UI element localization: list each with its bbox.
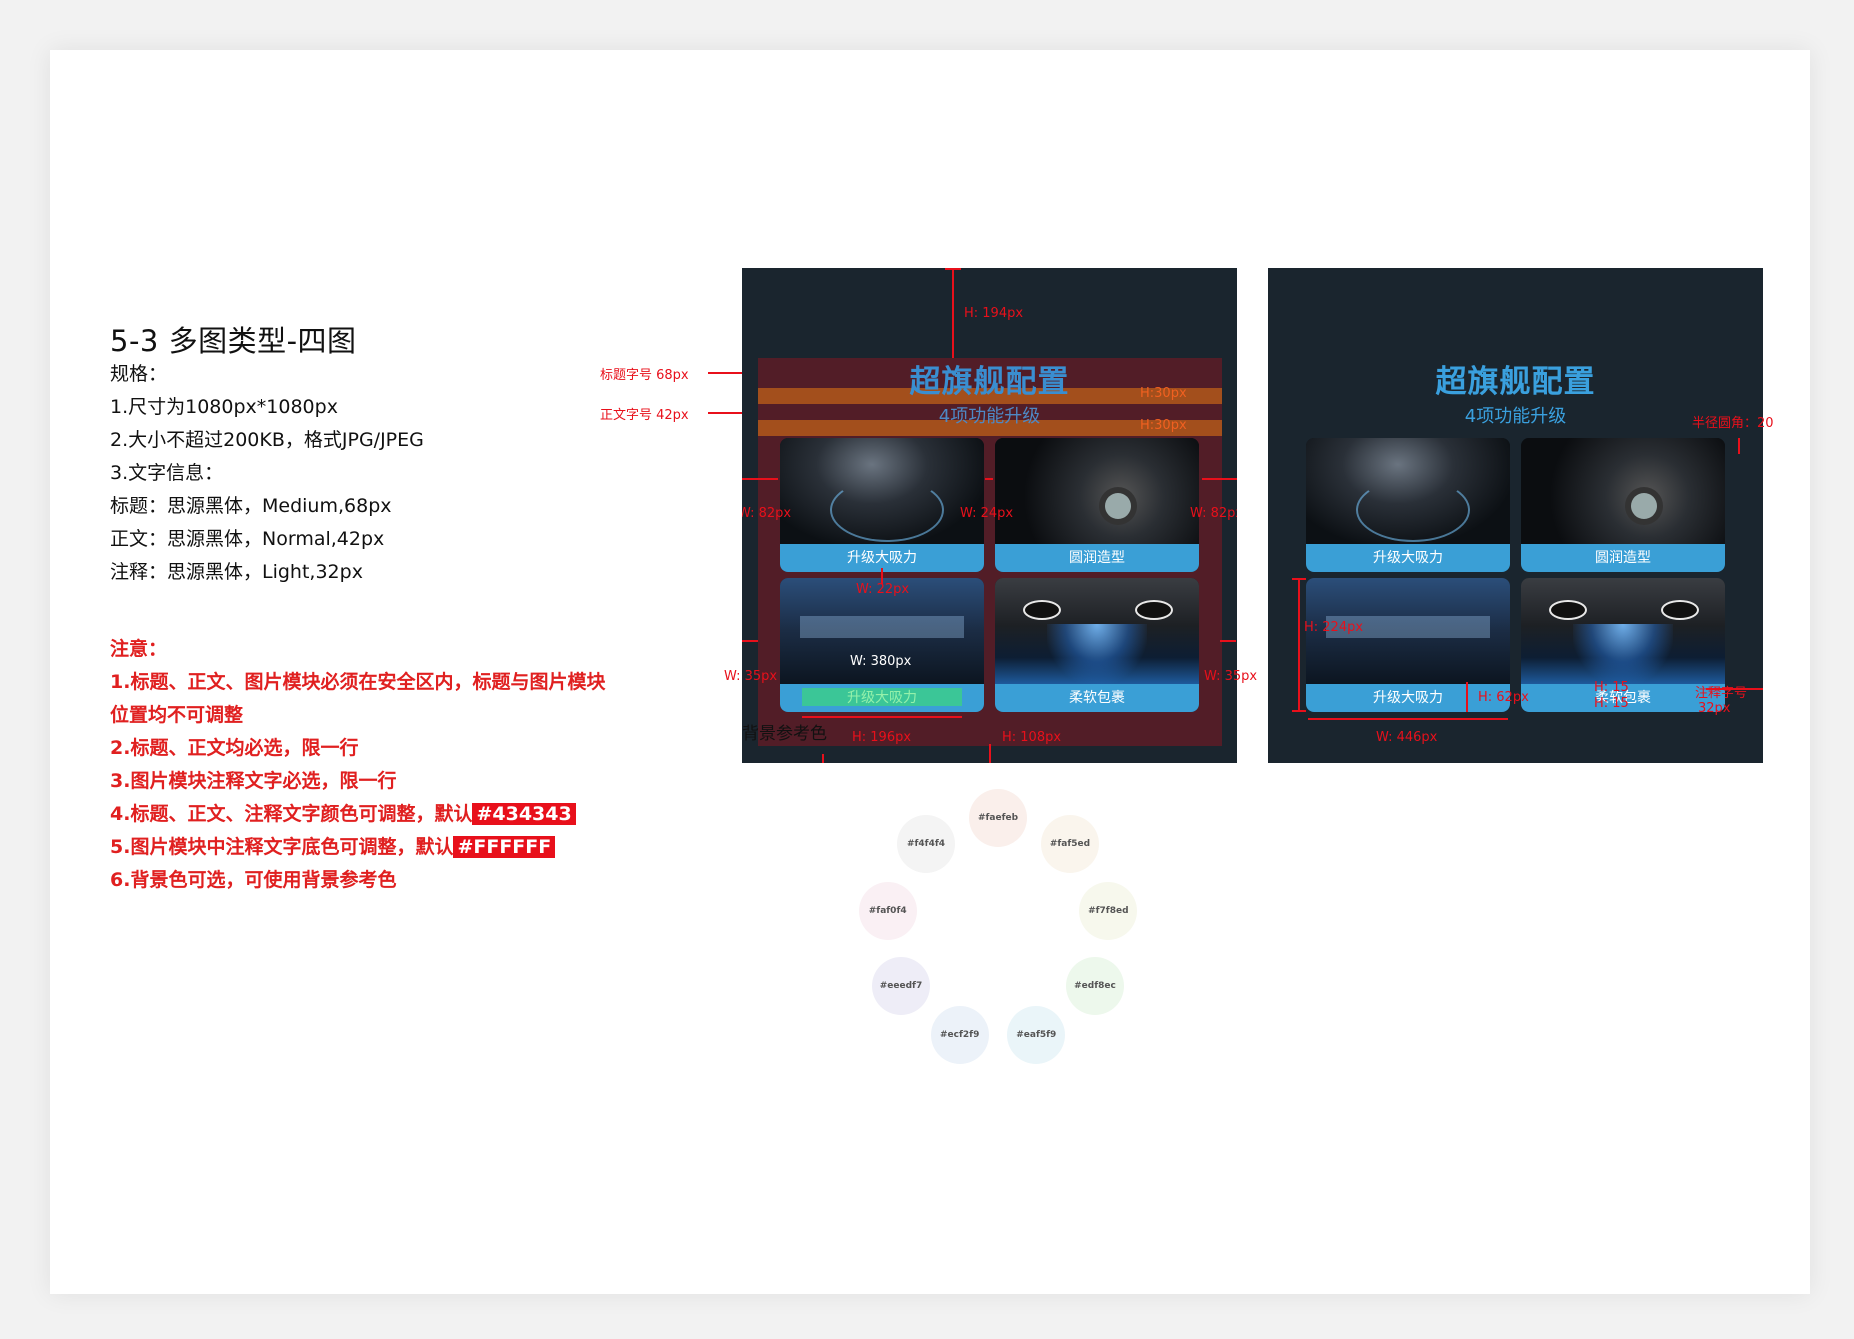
soft-wrap-image xyxy=(1521,578,1725,684)
bg-reference-label: 背景参考色 xyxy=(742,724,827,744)
measure-label: W: 22px xyxy=(856,582,910,597)
measure-label: W: 24px xyxy=(960,506,1014,521)
measure-label: H: 224px xyxy=(1304,620,1364,635)
tile-caption: 圆润造型 xyxy=(995,544,1199,572)
default-color-highlight: #434343 xyxy=(472,803,576,825)
measure-label: W: 35px xyxy=(1204,669,1258,684)
measure-label: H: 62px xyxy=(1478,690,1529,705)
soft-wrap-image xyxy=(995,578,1199,684)
vacuum-image xyxy=(1306,438,1510,544)
spec-heading: 规格： xyxy=(110,363,168,385)
note-text: 5.图片模块中注释文字底色可调整，默认 xyxy=(110,836,454,858)
measure-label: H: 108px xyxy=(1002,730,1062,745)
measure-label: H:30px xyxy=(1140,386,1187,401)
spec-line: 注释：思源黑体，Light,32px xyxy=(110,561,363,583)
measure-label: W: 82px xyxy=(742,506,792,521)
measure-label: H: 194px xyxy=(964,306,1024,321)
tile-caption: 升级大吸力 xyxy=(1306,544,1510,572)
title-size-label: 标题字号 68px xyxy=(600,368,689,383)
text-area-overlay xyxy=(802,688,962,706)
image-tile: 圆润造型 xyxy=(995,438,1199,572)
spec-line: 2.大小不超过200KB，格式JPG/JPEG xyxy=(110,429,424,451)
note-line: 4.标题、正文、注释文字颜色可调整，默认 #434343 xyxy=(110,798,605,831)
spec-line: 标题：思源黑体，Medium,68px xyxy=(110,495,392,517)
bg-color-swatch: #edf8ec xyxy=(1065,957,1124,1015)
measure-label: H: 196px xyxy=(852,730,912,745)
note-text: 4.标题、正文、注释文字颜色可调整，默认 xyxy=(110,803,473,825)
radius-label: 半径圆角：20 xyxy=(1692,416,1774,431)
measure-label: H: 15 xyxy=(1594,696,1629,711)
note-line: 1.标题、正文、图片模块必须在安全区内，标题与图片模块 xyxy=(110,671,606,693)
measure-label: W: 35px xyxy=(724,669,778,684)
bg-color-swatch: #eeedf7 xyxy=(872,957,930,1015)
measure-label: W: 446px xyxy=(1376,730,1438,745)
poster-example: 超旗舰配置 4项功能升级 升级大吸力 圆润造型 升级大吸力 柔软包裹 H: 22… xyxy=(1268,268,1763,763)
spec-line: 正文：思源黑体，Normal,42px xyxy=(110,528,385,550)
poster-title: 超旗舰配置 xyxy=(1435,364,1596,400)
image-tile: 升级大吸力 xyxy=(1306,438,1510,572)
poster-subtitle: 4项功能升级 xyxy=(1464,406,1567,427)
notes-block: 注意： 1.标题、正文、图片模块必须在安全区内，标题与图片模块 位置均不可调整 … xyxy=(110,633,605,897)
spec-block: 规格： 1.尺寸为1080px*1080px 2.大小不超过200KB，格式JP… xyxy=(110,358,424,589)
poster-annotated: 超旗舰配置 4项功能升级 升级大吸力 圆润造型 升级大吸力 柔软包裹 xyxy=(742,268,1237,763)
body-size-label: 正文字号 42px xyxy=(600,408,689,423)
note-line: 5.图片模块中注释文字底色可调整，默认 #FFFFFF xyxy=(110,831,605,864)
vacuum-image xyxy=(780,438,984,544)
round-shape-image xyxy=(995,438,1199,544)
default-color-highlight: #FFFFFF xyxy=(453,836,556,858)
image-tile: 柔软包裹 xyxy=(995,578,1199,712)
measure-label: H:30px xyxy=(1140,418,1187,433)
spec-line: 3.文字信息： xyxy=(110,462,224,484)
spec-sheet: 5-3 多图类型-四图 规格： 1.尺寸为1080px*1080px 2.大小不… xyxy=(50,50,1810,1294)
bg-color-swatch: #f7f8ed xyxy=(1079,881,1138,940)
notes-heading: 注意： xyxy=(110,638,168,660)
note-size-label: 注释字号 xyxy=(1695,686,1748,701)
note-size-label: 32px xyxy=(1698,701,1731,716)
measure-label: H: 15 xyxy=(1594,680,1629,695)
measure-label: W: 380px xyxy=(850,654,912,669)
bg-color-swatch: #f4f4f4 xyxy=(897,815,955,874)
image-tile: 升级大吸力 xyxy=(780,578,984,712)
image-tile: 升级大吸力 xyxy=(780,438,984,572)
measure-label: W: 82px xyxy=(1190,506,1237,521)
bg-color-swatch: #ecf2f9 xyxy=(930,1006,989,1065)
image-tile: 圆润造型 xyxy=(1521,438,1725,572)
bg-color-swatch: #eaf5f9 xyxy=(1007,1006,1066,1065)
tile-caption: 柔软包裹 xyxy=(995,684,1199,712)
note-line: 3.图片模块注释文字必选，限一行 xyxy=(110,770,397,792)
round-shape-image xyxy=(1521,438,1725,544)
note-line: 2.标题、正文均必选，限一行 xyxy=(110,737,359,759)
tile-caption: 圆润造型 xyxy=(1521,544,1725,572)
bg-color-swatch: #faf0f4 xyxy=(858,881,917,940)
spec-line: 1.尺寸为1080px*1080px xyxy=(110,396,338,418)
note-line: 6.背景色可选，可使用背景参考色 xyxy=(110,869,397,891)
bg-color-swatch: #faf5ed xyxy=(1040,815,1099,874)
bg-color-swatch: #faefeb xyxy=(969,789,1027,847)
note-line: 位置均不可调整 xyxy=(110,704,244,726)
section-title: 5-3 多图类型-四图 xyxy=(110,324,357,358)
